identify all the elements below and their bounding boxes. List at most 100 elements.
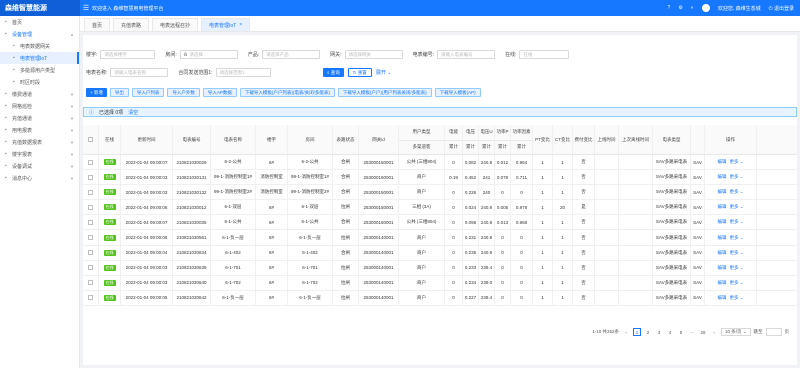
next-page-icon[interactable]: › — [710, 328, 718, 336]
menu-fold-icon[interactable]: ☰ — [80, 4, 92, 12]
table-row[interactable]: 在线 2022-01-04 09:00:05 210821030642 6-1-负一层… — [83, 290, 797, 306]
sidebar-item[interactable]: ▪ 充值通道 ▼ — [0, 112, 79, 124]
search-button[interactable]: ⌕ 查询 — [323, 68, 344, 77]
tab[interactable]: 充值表路 — [113, 18, 150, 31]
row-checkbox[interactable] — [88, 265, 93, 271]
clear-selection-link[interactable]: 清空 — [128, 109, 138, 116]
filter-input[interactable]: 请选择楼宇 — [100, 50, 156, 59]
sidebar-item[interactable]: ▪ 缴费通道 ▼ — [0, 88, 79, 100]
tab[interactable]: 首页 — [84, 18, 111, 31]
edit-link[interactable]: 编辑 — [717, 159, 726, 165]
tab[interactable]: 电表远程召抄 — [152, 18, 199, 31]
table-row[interactable]: 在线 2022-01-04 09:00:03 210821030131 99-1-消防… — [83, 170, 797, 186]
page-number[interactable]: 5 — [677, 328, 685, 336]
avatar[interactable] — [701, 4, 710, 12]
prev-page-icon[interactable]: ‹ — [622, 328, 630, 336]
table-row[interactable]: 在线 2022-01-04 09:00:07 210821030035 6-1-公共 6… — [83, 215, 797, 231]
cell-value: 253000150001 — [363, 174, 394, 180]
sidebar-item[interactable]: ▪ 设备管理 ▲ — [0, 28, 79, 40]
sidebar-item[interactable]: ▪ 楼宇报表 ▼ — [0, 148, 79, 160]
table-row[interactable]: 在线 2022-01-04 09:00:04 210821030634 6-1-402… — [83, 245, 797, 261]
more-link[interactable]: 更多 ⌄ — [729, 280, 743, 286]
more-link[interactable]: 更多 ⌄ — [729, 265, 743, 271]
logout-button[interactable]: ⏻ 退出登录 — [769, 5, 794, 12]
edit-link[interactable]: 编辑 — [717, 265, 726, 271]
more-link[interactable]: 更多 ⌄ — [729, 250, 743, 256]
reset-button[interactable]: ↻ 重置 — [347, 68, 372, 77]
action-button[interactable]: 导出 — [109, 88, 129, 97]
sidebar-item[interactable]: ▪ 时区时段 — [0, 76, 79, 88]
more-link[interactable]: 更多 ⌄ — [729, 174, 743, 180]
table-row[interactable]: 在线 2022-01-04 09:00:03 210821030639 6-1-701… — [83, 260, 797, 276]
edit-link[interactable]: 编辑 — [717, 174, 726, 180]
table-row[interactable]: 在线 2022-01-04 09:00:06 210821030012 6-1-双层 6… — [83, 200, 797, 216]
edit-link[interactable]: 编辑 — [717, 219, 726, 225]
filter-input[interactable]: 请选择范围1 — [215, 68, 271, 77]
more-link[interactable]: 更多 ⌄ — [729, 235, 743, 241]
expand-link[interactable]: 展开 ⌄ — [376, 69, 392, 76]
row-checkbox[interactable] — [88, 174, 93, 180]
sidebar-item[interactable]: ▪ 首页 — [0, 16, 79, 28]
filter-input[interactable]: 请输入电表编号 — [436, 50, 495, 59]
filter-input[interactable]: 请输入电表名称 — [110, 68, 169, 77]
table-row[interactable]: 在线 2022-01-04 09:00:03 210821030640 6-1-702… — [83, 275, 797, 291]
table-row[interactable]: 在线 2022-01-04 09:00:07 210821030029 6-2-公共 6… — [83, 155, 797, 171]
notification-icon[interactable]: ◐ — [691, 5, 694, 11]
edit-link[interactable]: 编辑 — [717, 204, 726, 210]
sidebar-item[interactable]: ▪ 消息中心 ▼ — [0, 172, 79, 184]
more-link[interactable]: 更多 ⌄ — [729, 189, 743, 195]
goto-input[interactable] — [765, 328, 782, 336]
more-link[interactable]: 更多 ⌄ — [729, 204, 743, 210]
row-checkbox[interactable] — [88, 250, 93, 256]
action-button[interactable]: 下载导入模板(AP) — [434, 88, 481, 97]
edit-link[interactable]: 编辑 — [717, 295, 726, 301]
cell-value: 99-1-消防控制室1# — [290, 174, 329, 180]
row-checkbox[interactable] — [88, 295, 93, 301]
edit-link[interactable]: 编辑 — [717, 235, 726, 241]
row-checkbox[interactable] — [88, 204, 93, 210]
more-link[interactable]: 更多 ⌄ — [729, 159, 743, 165]
action-button[interactable]: 导入AP数据 — [202, 88, 237, 97]
filter-input[interactable]: 请选择产品 — [262, 50, 321, 59]
page-number[interactable]: 4 — [666, 328, 674, 336]
page-number[interactable]: ··· — [688, 328, 696, 336]
edit-link[interactable]: 编辑 — [717, 189, 726, 195]
sidebar-item[interactable]: ▪ 电表管理IoT — [0, 52, 79, 64]
edit-link[interactable]: 编辑 — [717, 280, 726, 286]
action-button[interactable]: 导入户列表 — [131, 88, 165, 97]
page-size-select[interactable]: 10 条/页 ⌄ — [720, 328, 751, 336]
help-icon[interactable]: ? — [668, 5, 671, 11]
sidebar-item[interactable]: ▪ 用电报表 ▼ — [0, 124, 79, 136]
filter-input[interactable]: 请选择网关 — [344, 50, 403, 59]
action-button[interactable]: 下载导入模板(户户)(用户列表关闭/多能表) — [337, 88, 432, 97]
sidebar-item[interactable]: ▪ 设备调试 ▼ — [0, 160, 79, 172]
select-all-checkbox[interactable] — [88, 137, 93, 142]
page-number[interactable]: 26 — [699, 328, 707, 336]
settings-icon[interactable]: ⚙ — [678, 5, 682, 11]
row-checkbox[interactable] — [88, 219, 93, 225]
more-link[interactable]: 更多 ⌄ — [729, 219, 743, 225]
row-checkbox[interactable] — [88, 280, 93, 286]
sidebar-item[interactable]: ▪ 网格巡检 ▼ — [0, 100, 79, 112]
tab[interactable]: 电表管理IoT × — [201, 18, 251, 31]
table-row[interactable]: 在线 2022-01-04 09:00:03 210821030132 99-1-消防… — [83, 185, 797, 201]
close-icon[interactable]: × — [239, 22, 242, 28]
action-button[interactable]: 导入户外数 — [167, 88, 200, 97]
filter-input[interactable]: 在线 — [519, 50, 570, 59]
user-name[interactable]: 欢迎您, 森维生态城 — [718, 5, 761, 12]
row-checkbox[interactable] — [88, 235, 93, 241]
sidebar-item[interactable]: ▪ 多能源用户类型 — [0, 64, 79, 76]
edit-link[interactable]: 编辑 — [717, 250, 726, 256]
more-link[interactable]: 更多 ⌄ — [729, 295, 743, 301]
sidebar-item[interactable]: ▪ 电表数据网关 — [0, 40, 79, 52]
row-checkbox[interactable] — [88, 189, 93, 195]
table-row[interactable]: 在线 2022-01-04 09:00:06 210821030561 6-1-负一层… — [83, 230, 797, 246]
page-number[interactable]: 3 — [655, 328, 663, 336]
row-checkbox[interactable] — [88, 159, 93, 165]
action-button[interactable]: 下载导入模板(户户列表)(电表/关闭/多能表) — [239, 88, 335, 97]
page-number[interactable]: 1 — [632, 328, 641, 336]
add-button[interactable]: + 新增 — [86, 88, 107, 97]
page-number[interactable]: 2 — [644, 328, 652, 336]
filter-input[interactable]: ℝ 请选择 — [179, 50, 238, 59]
sidebar-item[interactable]: ▪ 充值数据报表 ▼ — [0, 136, 79, 148]
